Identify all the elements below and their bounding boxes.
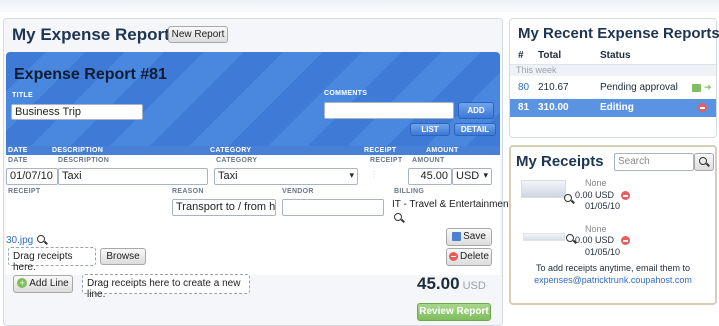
review-report-button[interactable]: Review Report [417,303,491,321]
delete-button[interactable]: Delete [446,248,492,266]
col-description: DESCRIPTION [52,147,104,154]
title-input[interactable]: Business Trip [11,104,143,120]
report-status: Editing [600,102,634,113]
recent-reports-panel: My Recent Expense Reports # Total Status… [509,18,719,138]
remove-icon[interactable] [621,236,630,245]
detail-view-button[interactable]: DETAIL [454,123,496,136]
title-label: TITLE [12,92,33,99]
search-icon[interactable] [564,194,572,202]
receipts-panel: My Receipts Search None 0.00 USD 01/05/1… [509,145,717,305]
approve-icon[interactable] [692,84,701,92]
receipt-section-label: RECEIPT [8,188,41,195]
receipt-date: 01/05/10 [585,247,621,257]
receipt-date: 01/05/10 [585,201,621,211]
browse-button[interactable]: Browse [100,248,146,265]
report-total: 310.00 [538,102,569,113]
search-placeholder: Search [618,156,650,167]
category-value: Taxi [218,170,238,182]
column-header-bar: DATE DESCRIPTION CATEGORY RECEIPT AMOUNT [6,146,500,155]
report-title: Expense Report #81 [14,66,167,83]
currency-value: USD [456,170,480,182]
floppy-disk-icon [452,231,462,241]
add-line-label: Add Line [29,278,69,289]
add-comment-button[interactable]: ADD [458,102,494,119]
receipt-thumbnail[interactable] [523,233,565,241]
receipts-title: My Receipts [516,153,604,170]
chevron-down-icon: ▾ [349,170,354,180]
receipt-drop-zone[interactable]: Drag receipts here. [8,247,96,273]
comments-label: COMMENTS [324,90,368,97]
receipts-email-link[interactable]: expenses@patricktrunk.coupahost.com [511,275,715,285]
receipt-thumbnail[interactable] [521,180,566,198]
remove-icon[interactable] [621,191,630,200]
line-date-label: DATE [8,157,28,164]
new-report-button[interactable]: New Report [168,26,228,43]
vendor-input[interactable] [282,199,384,216]
forward-arrow-icon[interactable]: ➔ [704,82,712,93]
col-amount: AMOUNT [426,147,459,154]
recent-header-total: Total [538,50,562,61]
col-category: CATEGORY [210,147,252,154]
amount-input[interactable]: 45.00 [408,168,452,185]
recent-row-81[interactable]: 81 310.00 Editing [510,99,716,117]
email-note: To add receipts anytime, email them to [535,263,691,273]
line-description-label: DESCRIPTION [58,157,110,164]
recent-header-status: Status [600,50,631,61]
search-icon[interactable] [394,213,402,221]
report-total: 210.67 [538,82,569,93]
recent-group-row: This week [510,64,716,76]
plus-circle-icon: + [17,278,28,289]
category-select[interactable]: Taxi ▾ [214,168,358,185]
report-header: Expense Report #81 TITLE Business Trip C… [6,52,500,146]
receipt-amount: 0.00 USD [575,235,615,245]
receipt-amount: 0.00 USD [575,190,615,200]
delete-label: Delete [460,251,489,262]
save-label: Save [463,231,486,242]
date-input[interactable]: 01/07/10 [6,168,58,185]
currency-select[interactable]: USD ▾ [452,168,492,185]
list-view-button[interactable]: LIST [410,123,450,136]
chevron-down-icon: ▾ [483,170,488,180]
report-number-link[interactable]: 81 [518,102,529,113]
line-receipt-label: RECEIPT [370,157,403,164]
save-button[interactable]: Save [446,228,492,246]
total-amount: 45.00 [417,274,460,293]
line-category-label: CATEGORY [216,157,258,164]
reason-input[interactable]: Transport to / from h [172,199,276,216]
search-icon[interactable] [37,235,45,243]
report-number-link[interactable]: 80 [518,82,529,93]
recent-group-label: This week [516,65,557,75]
report-total: 45.00 USD [417,274,486,294]
total-currency: USD [462,280,486,292]
report-status: Pending approval [600,82,678,93]
reason-label: REASON [172,188,204,195]
search-icon [699,157,707,165]
new-line-drop-zone[interactable]: Drag receipts here to create a new line. [82,274,250,300]
recent-header-num: # [518,50,524,61]
receipt-file-link[interactable]: 30.jpg [6,235,33,246]
comments-input[interactable] [324,102,454,119]
description-input[interactable]: Taxi [58,168,208,185]
add-line-button[interactable]: + Add Line [13,275,73,293]
col-receipt: RECEIPT [364,147,397,154]
col-date: DATE [8,147,28,154]
receipts-search-input[interactable]: Search [614,153,694,171]
receipt-drag-handle-icon[interactable]: ⋮ [370,170,378,179]
recent-row-80[interactable]: 80 210.67 Pending approval ➔ [510,79,716,97]
receipt-name: None [585,224,607,234]
recent-reports-title: My Recent Expense Reports [518,25,719,42]
receipt-file-name: 30.jpg [6,235,34,246]
top-bar [0,0,719,12]
remove-icon[interactable] [698,103,707,112]
expense-line: DATE DESCRIPTION CATEGORY RECEIPT AMOUNT… [6,155,511,275]
vendor-label: VENDOR [282,188,314,195]
billing-value[interactable]: IT - Travel & Entertainment [392,199,511,210]
page-title: My Expense Reports [12,25,180,44]
receipt-name: None [585,178,607,188]
billing-label: BILLING [394,188,425,195]
line-amount-label: AMOUNT [412,157,445,164]
remove-icon [449,251,459,261]
search-icon[interactable] [566,234,574,242]
receipts-search-button[interactable] [694,153,714,171]
